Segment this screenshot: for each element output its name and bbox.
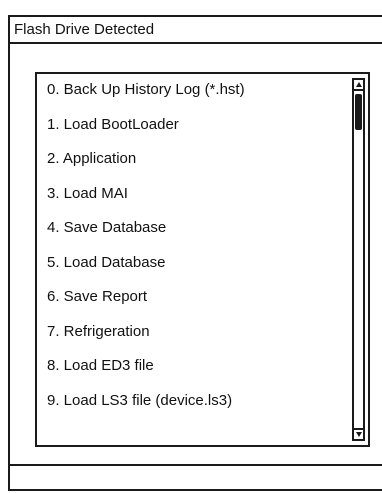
- triangle-down-icon: [355, 432, 362, 437]
- scroll-track[interactable]: [352, 91, 365, 428]
- list-item-save-database[interactable]: 4. Save Database: [47, 218, 348, 253]
- list-item-save-report[interactable]: 6. Save Report: [47, 287, 348, 322]
- list-item-application[interactable]: 2. Application: [47, 149, 348, 184]
- list-item-load-database[interactable]: 5. Load Database: [47, 253, 348, 288]
- dialog-footer: [10, 466, 382, 493]
- flash-drive-dialog: Flash Drive Detected 0. Back Up History …: [8, 15, 382, 491]
- list-item-refrigeration[interactable]: 7. Refrigeration: [47, 322, 348, 357]
- triangle-up-icon: [355, 82, 362, 87]
- dialog-title: Flash Drive Detected: [14, 21, 155, 38]
- dialog-title-bar: Flash Drive Detected: [10, 17, 382, 44]
- scroll-thumb[interactable]: [355, 94, 362, 130]
- dialog-body: 0. Back Up History Log (*.hst) 1. Load B…: [10, 44, 382, 466]
- scroll-down-button[interactable]: [352, 428, 365, 441]
- options-listbox[interactable]: 0. Back Up History Log (*.hst) 1. Load B…: [35, 72, 370, 447]
- list-item-backup-history-log[interactable]: 0. Back Up History Log (*.hst): [47, 80, 348, 115]
- options-list: 0. Back Up History Log (*.hst) 1. Load B…: [37, 74, 348, 445]
- list-item-load-bootloader[interactable]: 1. Load BootLoader: [47, 115, 348, 150]
- list-scrollbar[interactable]: [352, 78, 365, 441]
- list-item-load-mai[interactable]: 3. Load MAI: [47, 184, 348, 219]
- scroll-up-button[interactable]: [352, 78, 365, 91]
- list-item-load-ls3-file[interactable]: 9. Load LS3 file (device.ls3): [47, 391, 348, 426]
- list-item-load-ed3-file[interactable]: 8. Load ED3 file: [47, 356, 348, 391]
